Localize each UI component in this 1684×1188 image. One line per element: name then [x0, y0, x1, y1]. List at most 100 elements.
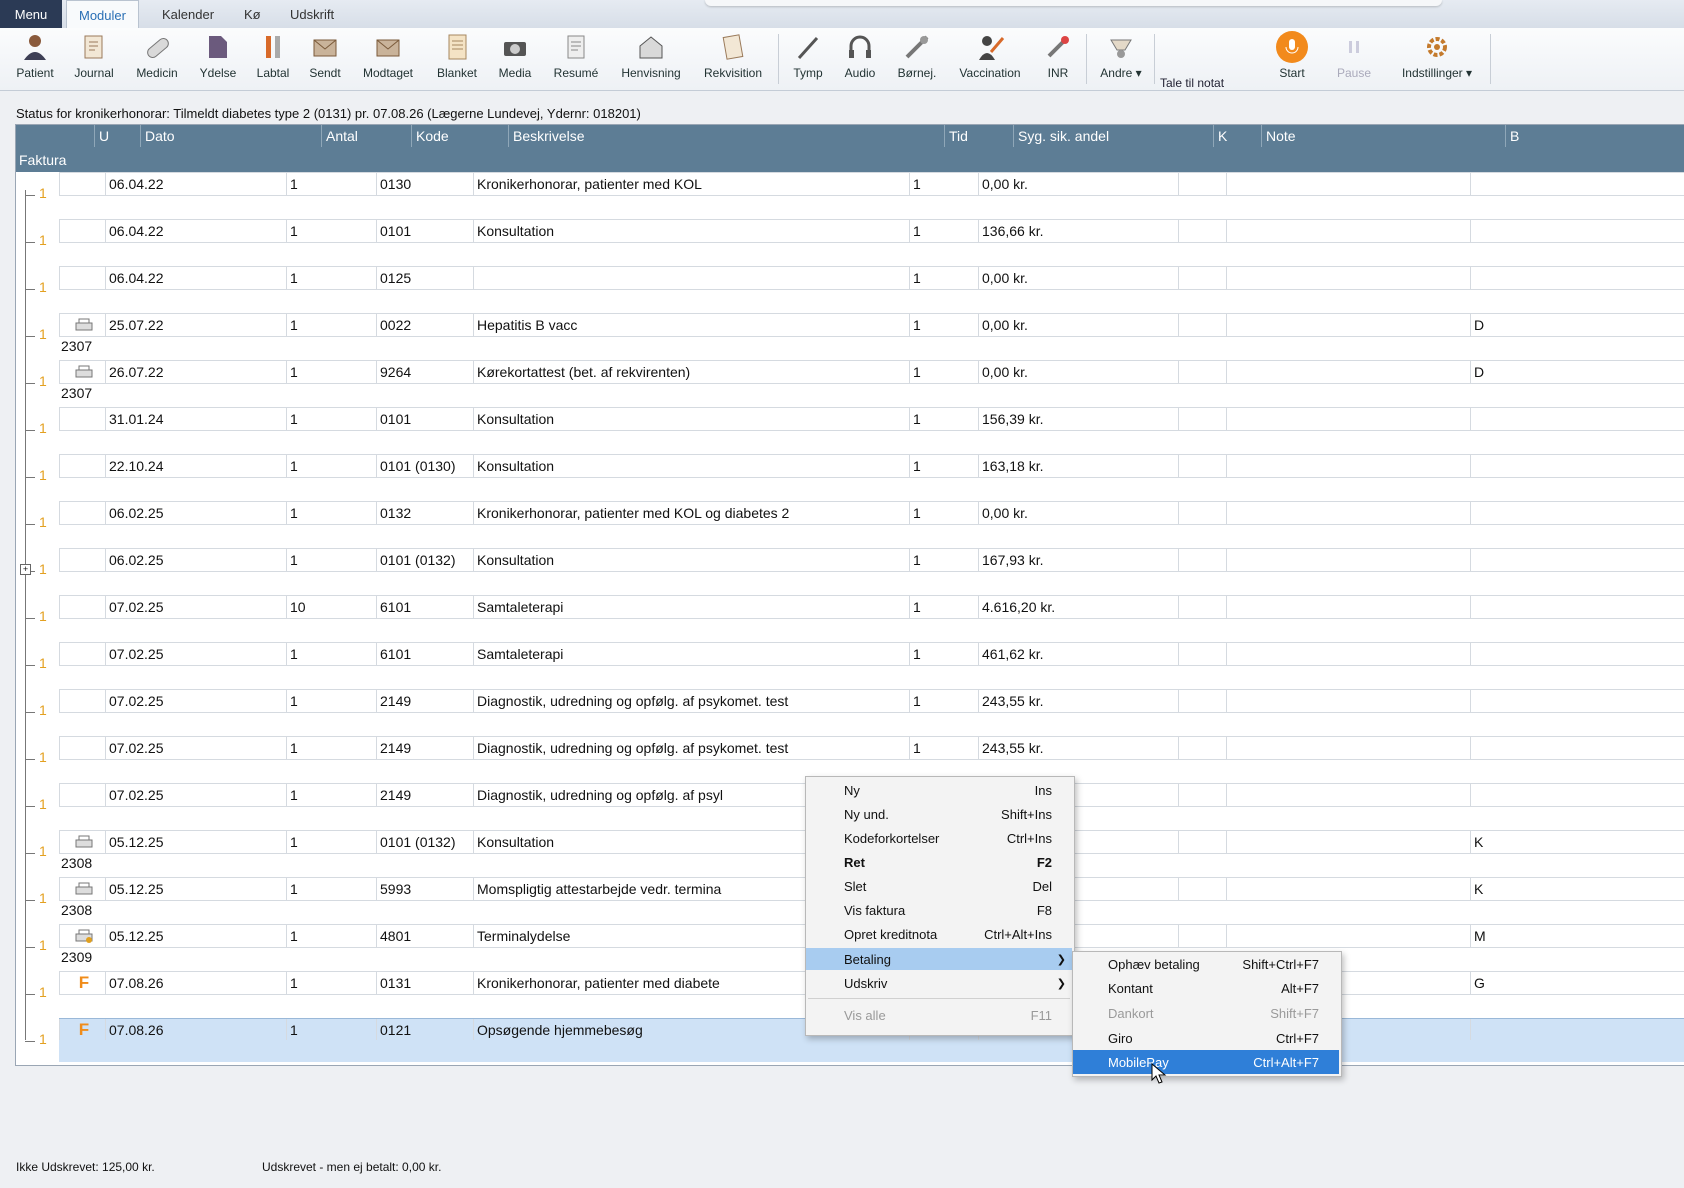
cell-b [1470, 737, 1642, 759]
inr-icon [1041, 30, 1075, 64]
col-header-andel[interactable]: Syg. sik. andel [1013, 125, 1213, 147]
media-icon [498, 30, 532, 64]
tab-udskrift[interactable]: Udskrift [278, 0, 346, 28]
table-row[interactable]: 07.02.25 10 6101 Samtaleterapi 1 4.616,20 kr. [16, 595, 1684, 639]
cell-kode: 5993 [376, 878, 473, 900]
expand-toggle-icon[interactable]: + [20, 564, 31, 575]
cell-k [1178, 831, 1226, 853]
submenu-item-kontant[interactable]: Kontant Alt+F7 [1073, 976, 1339, 1000]
cell-k [1178, 549, 1226, 571]
row-subtext [59, 1040, 1684, 1062]
cell-antal: 1 [286, 502, 376, 524]
cell-b [1470, 690, 1642, 712]
labtal-button[interactable]: Labtal [252, 30, 294, 88]
media-button[interactable]: Media [494, 30, 536, 88]
tree-node: 1 [25, 420, 55, 440]
table-row[interactable]: 06.02.25 1 0132 Kronikerhonorar, patienter … [16, 501, 1684, 545]
col-header-antal[interactable]: Antal [321, 125, 411, 147]
col-header-dato[interactable]: Dato [140, 125, 321, 147]
menu-item-kodeforkortelser[interactable]: Kodeforkortelser Ctrl+Ins [806, 827, 1072, 849]
table-row[interactable]: 25.07.22 1 0022 Hepatitis B vacc 1 0,00 kr. D 2… [16, 313, 1684, 357]
col-header-u[interactable]: U [94, 125, 140, 147]
sendt-button[interactable]: Sendt [304, 30, 346, 88]
table-row[interactable]: 31.01.24 1 0101 Konsultation 1 156,39 kr. [16, 407, 1684, 451]
row-cells: 25.07.22 1 0022 Hepatitis B vacc 1 0,00 kr. D [59, 313, 1684, 337]
vaccination-button[interactable]: Vaccination [952, 30, 1028, 88]
cell-note [1226, 314, 1470, 336]
table-row[interactable]: 07.02.25 1 2149 Diagnostik, udredning og op… [16, 689, 1684, 733]
table-row[interactable]: 06.02.25 1 0101 (0132) Konsultation 1 167,93 … [16, 548, 1684, 592]
menu-item-ny[interactable]: Ny Ins [806, 779, 1072, 801]
invoice-flag-icon: F [78, 973, 90, 992]
cell-antal: 1 [286, 314, 376, 336]
ribbon-separator [1490, 34, 1491, 84]
henvisning-button[interactable]: Henvisning [614, 30, 688, 88]
tree-node: 1 [25, 890, 55, 910]
cell-tid: 1 [909, 361, 978, 383]
cell-kode: 0022 [376, 314, 473, 336]
cell-k [1178, 220, 1226, 242]
col-header-tid[interactable]: Tid [944, 125, 1013, 147]
row-cells: 06.04.22 1 0130 Kronikerhonorar, patienter … [59, 172, 1684, 196]
table-row[interactable]: 06.04.22 1 0101 Konsultation 1 136,66 kr. [16, 219, 1684, 263]
submenu-item-dankort[interactable]: Dankort Shift+F7 [1073, 1001, 1339, 1025]
table-row[interactable]: 07.02.25 1 2149 Diagnostik, udredning og op… [16, 736, 1684, 780]
menu-item-betaling[interactable]: Betaling ❯ [806, 948, 1072, 970]
menu-item-udskriv[interactable]: Udskriv ❯ [806, 972, 1072, 994]
tab-moduler[interactable]: Moduler [66, 0, 139, 29]
audio-button[interactable]: Audio [838, 30, 882, 88]
col-header-kode[interactable]: Kode [411, 125, 508, 147]
menu-item-vis-faktura[interactable]: Vis faktura F8 [806, 899, 1072, 921]
menu-item-vis-alle[interactable]: Vis alle F11 [806, 1004, 1072, 1026]
table-row[interactable]: 26.07.22 1 9264 Kørekortattest (bet. af rek… [16, 360, 1684, 404]
submenu-item-mobilepay[interactable]: MobilePay Ctrl+Alt+F7 [1073, 1050, 1339, 1074]
audio-icon [843, 30, 877, 64]
ydelse-button[interactable]: Ydelse [196, 30, 240, 88]
tab-koe[interactable]: Kø [232, 0, 273, 28]
group-faktura[interactable]: Faktura [16, 147, 1684, 172]
table-row[interactable]: 07.02.25 1 6101 Samtaleterapi 1 461,62 kr. [16, 642, 1684, 686]
cell-u [59, 267, 105, 289]
table-row[interactable]: 06.04.22 1 0130 Kronikerhonorar, patienter … [16, 172, 1684, 216]
inr-button[interactable]: INR [1038, 30, 1078, 88]
submenu-item-giro[interactable]: Giro Ctrl+F7 [1073, 1026, 1339, 1050]
col-header-b[interactable]: B [1505, 125, 1684, 147]
cell-b [1470, 173, 1642, 195]
rekvisition-button[interactable]: Rekvisition [698, 30, 768, 88]
medicin-button[interactable]: Medicin [130, 30, 184, 88]
patient-button[interactable]: Patient [12, 30, 58, 88]
pause-dictation-button[interactable]: Pause [1332, 30, 1376, 88]
menu-item-ret[interactable]: Ret F2 [806, 851, 1072, 873]
boernej-button[interactable]: Børnej. [892, 30, 942, 88]
grid-header: U Dato Antal Kode Beskrivelse Tid Syg. s… [16, 125, 1684, 147]
tab-kalender[interactable]: Kalender [150, 0, 226, 28]
tymp-button[interactable]: Tymp [786, 30, 830, 88]
chronic-status-line: Status for kronikerhonorar: Tilmeldt dia… [16, 106, 641, 121]
cell-andel: 163,18 kr. [978, 455, 1178, 477]
vaccination-icon [973, 30, 1007, 64]
tree-node: 1 [25, 608, 55, 628]
table-row[interactable]: 22.10.24 1 0101 (0130) Konsultation 1 163,18 … [16, 454, 1684, 498]
cell-antal: 1 [286, 690, 376, 712]
menu-button[interactable]: Menu [0, 0, 62, 28]
menu-item-ny-und[interactable]: Ny und. Shift+Ins [806, 803, 1072, 825]
blanket-button[interactable]: Blanket [432, 30, 482, 88]
cell-antal: 1 [286, 831, 376, 853]
menu-item-opret-kreditnota[interactable]: Opret kreditnota Ctrl+Alt+Ins [806, 923, 1072, 945]
col-header-beskrivelse[interactable]: Beskrivelse [508, 125, 944, 147]
modtaget-button[interactable]: Modtaget [356, 30, 420, 88]
cell-andel: 0,00 kr. [978, 267, 1178, 289]
journal-button[interactable]: Journal [70, 30, 118, 88]
cell-andel: 0,00 kr. [978, 502, 1178, 524]
table-row[interactable]: 06.04.22 1 0125 1 0,00 kr. [16, 266, 1684, 310]
col-header-k[interactable]: K [1213, 125, 1261, 147]
cell-beskr: Samtaleterapi [473, 596, 909, 618]
indstillinger-button[interactable]: Indstillinger ▾ [1392, 30, 1482, 88]
submenu-item-ophaev-betaling[interactable]: Ophæv betaling Shift+Ctrl+F7 [1073, 952, 1339, 976]
resume-button[interactable]: Resumé [548, 30, 604, 88]
menu-item-slet[interactable]: Slet Del [806, 875, 1072, 897]
andre-button[interactable]: Andre ▾ [1094, 30, 1148, 88]
start-dictation-button[interactable]: Start [1270, 30, 1314, 88]
col-header-note[interactable]: Note [1261, 125, 1505, 147]
cell-kode: 0125 [376, 267, 473, 289]
